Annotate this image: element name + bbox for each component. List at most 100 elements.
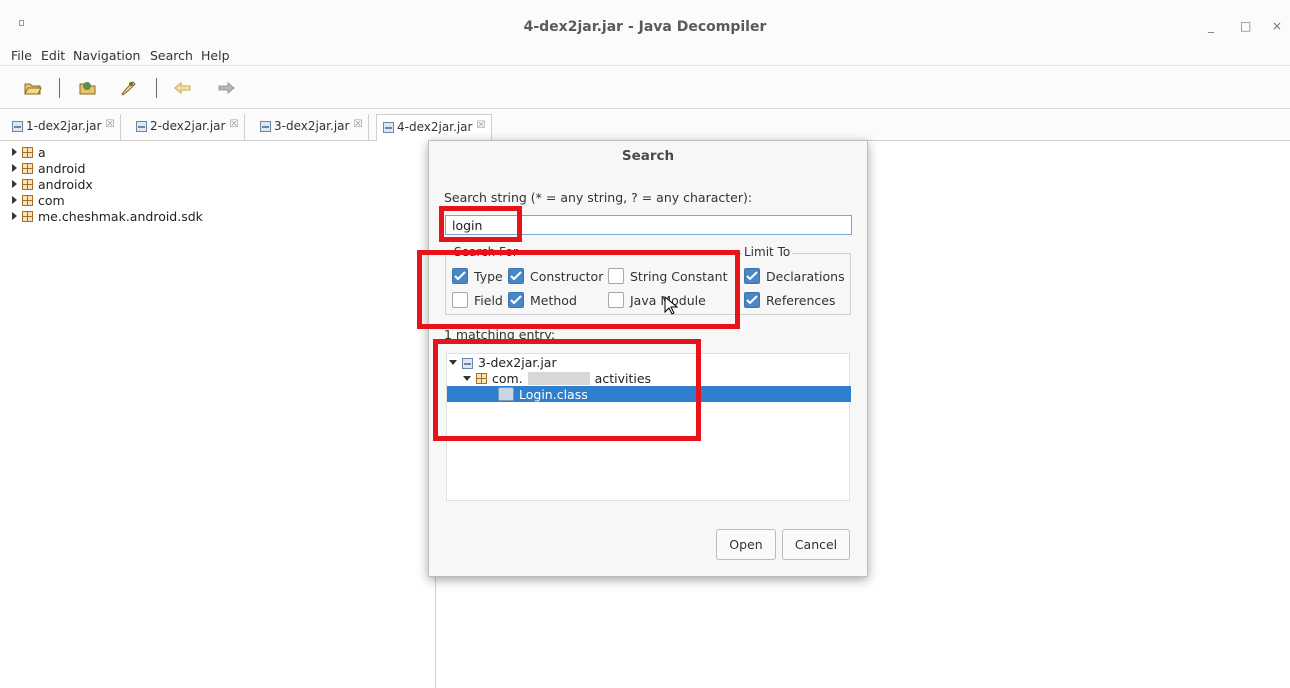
menu-file[interactable]: File xyxy=(11,48,32,63)
type-checkbox[interactable]: Type xyxy=(452,268,503,284)
checkbox-checked-icon[interactable] xyxy=(744,268,760,284)
collapse-icon[interactable] xyxy=(449,359,457,365)
tree-item-label: com xyxy=(38,192,65,208)
package-icon xyxy=(22,146,33,158)
jar-icon xyxy=(136,121,147,132)
method-label: Method xyxy=(530,292,577,308)
field-checkbox[interactable]: Field xyxy=(452,292,503,308)
back-icon[interactable] xyxy=(173,79,193,97)
tab-1-dex2jar[interactable]: 1-dex2jar.jar ☒ xyxy=(6,114,122,141)
checkbox-checked-icon[interactable] xyxy=(744,292,760,308)
declarations-checkbox[interactable]: Declarations xyxy=(744,268,845,284)
checkbox-checked-icon[interactable] xyxy=(452,268,468,284)
checkbox-unchecked-icon[interactable] xyxy=(452,292,468,308)
string-constant-label: String Constant xyxy=(630,268,728,284)
menu-search[interactable]: Search xyxy=(150,48,193,63)
result-package-row[interactable]: com. activities xyxy=(463,370,651,386)
tree-item-com[interactable]: com xyxy=(12,192,65,208)
menu-navigation[interactable]: Navigation xyxy=(73,48,140,63)
class-file-icon xyxy=(498,387,514,401)
tree-item-a[interactable]: a xyxy=(12,144,46,160)
result-jar-row[interactable]: 3-dex2jar.jar xyxy=(449,354,557,370)
checkbox-checked-icon[interactable] xyxy=(508,268,524,284)
search-dialog: Search Search string (* = any string, ? … xyxy=(428,140,868,577)
menu-edit[interactable]: Edit xyxy=(41,48,65,63)
tab-label: 4-dex2jar.jar xyxy=(397,120,473,134)
tab-close-icon[interactable]: ☒ xyxy=(476,120,485,131)
search-for-group: Search For Type Constructor String Const… xyxy=(445,245,739,315)
redacted-block xyxy=(527,371,590,385)
field-label: Field xyxy=(474,292,503,308)
references-label: References xyxy=(766,292,836,308)
jar-icon xyxy=(260,121,271,132)
references-checkbox[interactable]: References xyxy=(744,292,835,308)
limit-to-group: Limit To Declarations References xyxy=(739,245,851,315)
cancel-button[interactable]: Cancel xyxy=(782,529,850,560)
expand-icon[interactable] xyxy=(12,212,17,220)
tree-item-me-cheshmak-android-sdk[interactable]: me.cheshmak.android.sdk xyxy=(12,208,203,224)
constructor-checkbox[interactable]: Constructor xyxy=(508,268,603,284)
maximize-button[interactable]: □ xyxy=(1240,20,1251,32)
minimize-button[interactable]: _ xyxy=(1208,20,1214,32)
tree-item-android[interactable]: android xyxy=(12,160,85,176)
mouse-cursor-icon xyxy=(664,296,678,315)
jar-icon xyxy=(383,122,394,133)
tree-item-label: a xyxy=(38,144,46,160)
package-tree: a android androidx com me.cheshmak.andro… xyxy=(0,141,436,688)
checkbox-unchecked-icon[interactable] xyxy=(608,292,624,308)
package-icon xyxy=(22,162,33,174)
expand-icon[interactable] xyxy=(12,180,17,188)
result-class-label: Login.class xyxy=(519,386,588,402)
result-package-suffix: activities xyxy=(594,370,652,386)
menu-help[interactable]: Help xyxy=(201,48,230,63)
constructor-label: Constructor xyxy=(530,268,604,284)
package-icon xyxy=(476,372,487,384)
tree-item-label: androidx xyxy=(38,176,93,192)
method-checkbox[interactable]: Method xyxy=(508,292,577,308)
tab-close-icon[interactable]: ☒ xyxy=(353,119,362,130)
tab-bar: 1-dex2jar.jar ☒ 2-dex2jar.jar ☒ 3-dex2ja… xyxy=(0,109,1290,141)
tab-close-icon[interactable]: ☒ xyxy=(105,119,114,130)
limit-to-legend: Limit To xyxy=(742,245,793,259)
result-class-row[interactable]: Login.class xyxy=(447,386,851,402)
checkbox-checked-icon[interactable] xyxy=(508,292,524,308)
tab-label: 3-dex2jar.jar xyxy=(274,119,350,133)
jar-icon xyxy=(12,121,23,132)
open-file-icon[interactable] xyxy=(23,79,43,97)
tree-item-label: android xyxy=(38,160,86,176)
toolbar xyxy=(0,67,1290,109)
tab-4-dex2jar[interactable]: 4-dex2jar.jar ☒ xyxy=(376,114,493,141)
type-label: Type xyxy=(474,268,503,284)
open-type-icon[interactable] xyxy=(78,79,98,97)
package-icon xyxy=(22,194,33,206)
search-input[interactable] xyxy=(445,215,852,235)
close-window-button[interactable]: × xyxy=(1272,20,1282,32)
package-icon xyxy=(22,210,33,222)
declarations-label: Declarations xyxy=(766,268,845,284)
tab-2-dex2jar[interactable]: 2-dex2jar.jar ☒ xyxy=(130,114,246,141)
string-constant-checkbox[interactable]: String Constant xyxy=(608,268,727,284)
search-icon[interactable] xyxy=(118,79,138,97)
forward-icon[interactable] xyxy=(216,79,236,97)
expand-icon[interactable] xyxy=(12,164,17,172)
java-module-checkbox[interactable]: Java Module xyxy=(608,292,706,308)
collapse-icon[interactable] xyxy=(463,375,471,381)
title-bar: 4-dex2jar.jar - Java Decompiler _ □ × xyxy=(0,0,1290,44)
dialog-title: Search xyxy=(621,148,675,164)
match-count-label: 1 matching entry: xyxy=(444,327,556,342)
search-for-legend: Search For xyxy=(452,245,520,259)
menu-bar: File Edit Navigation Search Help xyxy=(0,44,1290,66)
tab-close-icon[interactable]: ☒ xyxy=(229,119,238,130)
tab-label: 2-dex2jar.jar xyxy=(150,119,226,133)
checkbox-unchecked-icon[interactable] xyxy=(608,268,624,284)
result-jar-label: 3-dex2jar.jar xyxy=(478,354,557,370)
search-results: 3-dex2jar.jar com. activities Login.clas… xyxy=(446,353,851,501)
tab-label: 1-dex2jar.jar xyxy=(26,119,102,133)
tree-item-androidx[interactable]: androidx xyxy=(12,176,93,192)
tab-3-dex2jar[interactable]: 3-dex2jar.jar ☒ xyxy=(254,114,370,141)
expand-icon[interactable] xyxy=(12,196,17,204)
window-title: 4-dex2jar.jar - Java Decompiler xyxy=(523,19,767,35)
open-button[interactable]: Open xyxy=(716,529,776,560)
expand-icon[interactable] xyxy=(12,148,17,156)
search-string-label: Search string (* = any string, ? = any c… xyxy=(444,190,753,205)
